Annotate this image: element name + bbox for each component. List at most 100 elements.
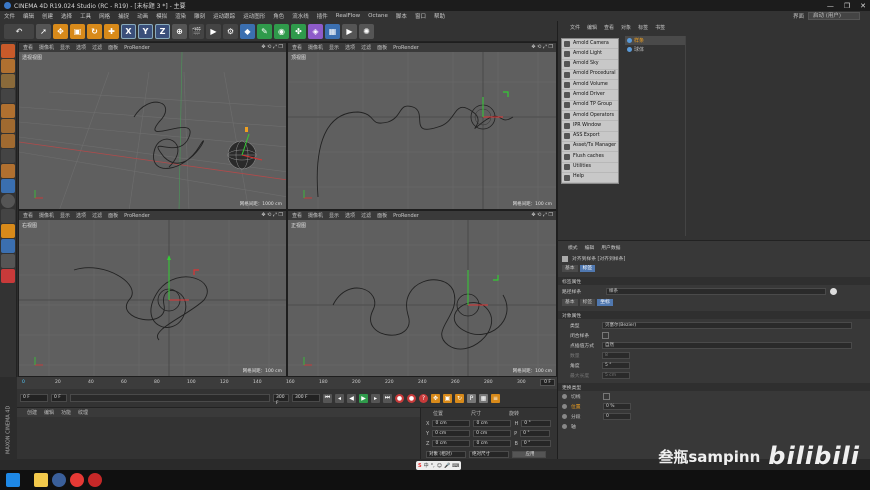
menu-create[interactable]: 创建: [42, 12, 53, 20]
vp-menu-prorender[interactable]: ProRender: [393, 213, 419, 219]
select-arrow-icon[interactable]: ➚: [36, 23, 51, 39]
next-key-icon[interactable]: ▸: [371, 393, 380, 403]
obj-tab-tag[interactable]: 标签: [579, 299, 596, 306]
ime-toolbar[interactable]: S 中 °, ☺ 🎤 ⌨: [416, 461, 462, 470]
om-menu-view[interactable]: 查看: [604, 24, 614, 33]
live-select-icon[interactable]: ✚: [104, 23, 119, 39]
keyframe-dot-icon[interactable]: [562, 414, 567, 419]
vp-menu-display[interactable]: 显示: [329, 44, 339, 51]
vp-menu-options[interactable]: 选项: [345, 212, 355, 219]
camera-icon[interactable]: ▶: [342, 23, 357, 39]
interpolation-dropdown[interactable]: 自然: [602, 342, 852, 349]
axis-mode-icon[interactable]: [1, 164, 15, 178]
max-frame-field[interactable]: 300 F: [273, 394, 289, 406]
vp-menu-filter[interactable]: 过滤: [92, 44, 102, 51]
menu-script[interactable]: 脚本: [396, 12, 407, 20]
size-mode-select[interactable]: 绝对尺寸: [469, 451, 509, 458]
texture-mode-icon[interactable]: [1, 74, 15, 88]
menu-select[interactable]: 选择: [61, 12, 72, 20]
keyframe-dot-icon[interactable]: [562, 424, 567, 429]
menu-tools[interactable]: 工具: [80, 12, 91, 20]
file-explorer-icon[interactable]: [34, 473, 48, 487]
scale-icon[interactable]: ▣: [70, 23, 85, 39]
size-x-field[interactable]: 0 cm: [473, 420, 512, 427]
arnold-menu-item[interactable]: Arnold Volume: [562, 80, 618, 91]
tweak-mode-icon[interactable]: [1, 179, 15, 193]
viewport-perspective[interactable]: 查看 摄像机 显示 选项 过滤 面板 ProRender ✥ ⟲ ⤢ ❐ 透视视…: [18, 42, 287, 210]
viewport-nav-icons[interactable]: ✥ ⟲ ⤢ ❐: [261, 44, 283, 50]
vp-menu-view[interactable]: 查看: [23, 44, 33, 51]
viewport-top[interactable]: 查看 摄像机 显示 选项 过滤 面板 ProRender ✥ ⟲ ⤢ ❐ 顶视图…: [287, 42, 557, 210]
number-field[interactable]: 8: [602, 352, 630, 359]
start-frame-field[interactable]: 0 F: [20, 394, 48, 402]
size-z-field[interactable]: 0 cm: [473, 440, 512, 447]
plugin-icon[interactable]: [1, 269, 15, 283]
key-rotation-icon[interactable]: ↻: [455, 393, 464, 403]
polygons-mode-icon[interactable]: [1, 134, 15, 148]
grid-icon[interactable]: [1, 239, 15, 253]
size-y-field[interactable]: 0 cm: [473, 430, 512, 437]
rotation-b-field[interactable]: 0 °: [520, 440, 551, 447]
menu-realflow[interactable]: RealFlow: [336, 13, 360, 19]
edges-mode-icon[interactable]: [1, 119, 15, 133]
vp-menu-camera[interactable]: 摄像机: [308, 44, 323, 51]
om-menu-edit[interactable]: 编辑: [587, 24, 597, 33]
om-menu-tags[interactable]: 标签: [638, 24, 648, 33]
vp-menu-panel[interactable]: 面板: [108, 44, 118, 51]
snap-icon[interactable]: [1, 194, 15, 208]
vp-menu-panel[interactable]: 面板: [108, 212, 118, 219]
timeline-ruler[interactable]: 0 20 40 60 80 100 120 140 160 180 200 22…: [17, 377, 557, 389]
menu-snap[interactable]: 捕捉: [118, 12, 129, 20]
vp-menu-filter[interactable]: 过滤: [361, 44, 371, 51]
vp-menu-prorender[interactable]: ProRender: [124, 213, 150, 219]
mat-menu-create[interactable]: 创建: [27, 409, 37, 416]
type-dropdown[interactable]: 贝塞尔(Bezier): [602, 322, 852, 329]
attr-tab-tag[interactable]: 标签: [579, 265, 596, 272]
attr-menu-userdata[interactable]: 用户数据: [601, 244, 620, 251]
menu-motion-tracker[interactable]: 运动跟踪: [213, 12, 235, 20]
vp-menu-display[interactable]: 显示: [60, 212, 70, 219]
arnold-menu-item[interactable]: Arnold Sky: [562, 60, 618, 70]
obj-tab-coord[interactable]: 坐标: [597, 299, 613, 306]
closed-spline-checkbox[interactable]: [602, 332, 609, 339]
mat-menu-function[interactable]: 功能: [61, 409, 71, 416]
arnold-menu-item[interactable]: Arnold Procedural: [562, 70, 618, 81]
menu-mograph[interactable]: 运动图形: [243, 12, 265, 20]
coord-mode-select[interactable]: 对象 (相对): [426, 451, 466, 458]
render-view-icon[interactable]: 🎬: [189, 23, 204, 39]
keyframe-dot-icon[interactable]: [562, 404, 567, 409]
vp-menu-camera[interactable]: 摄像机: [39, 212, 54, 219]
arnold-menu-item[interactable]: Asset/Tx Manager: [562, 142, 618, 153]
pen-spline-icon[interactable]: ✎: [257, 23, 272, 39]
chrome-icon[interactable]: [70, 473, 84, 487]
goto-end-icon[interactable]: ⏭: [383, 393, 392, 403]
points-mode-icon[interactable]: [1, 104, 15, 118]
workplane-mode-icon[interactable]: [1, 89, 15, 103]
windows-start-icon[interactable]: [6, 473, 20, 487]
layout-dropdown[interactable]: 启动 (用户): [808, 12, 860, 20]
key-position-icon[interactable]: ✥: [431, 393, 440, 403]
vp-menu-options[interactable]: 选项: [76, 212, 86, 219]
timeline-menu-icon[interactable]: ≡: [491, 393, 500, 403]
menu-sculpt[interactable]: 雕刻: [194, 12, 205, 20]
menu-window[interactable]: 窗口: [415, 12, 426, 20]
vp-menu-filter[interactable]: 过滤: [92, 212, 102, 219]
rotate-icon[interactable]: ↻: [87, 23, 102, 39]
key-param-icon[interactable]: P: [467, 393, 476, 403]
make-editable-icon[interactable]: [1, 44, 15, 58]
autokey-icon[interactable]: ●: [407, 393, 416, 403]
menu-octane[interactable]: Octane: [368, 13, 388, 19]
arnold-menu-item[interactable]: Arnold Light: [562, 49, 618, 60]
axis-z-button[interactable]: Z: [155, 23, 170, 39]
rotation-h-field[interactable]: 0 °: [521, 420, 552, 427]
apply-button[interactable]: 应用: [512, 451, 546, 458]
viewport-right[interactable]: 查看 摄像机 显示 选项 过滤 面板 ProRender ✥ ⟲ ⤢ ❐ 右视图…: [18, 210, 287, 377]
position-z-field[interactable]: 0 cm: [432, 440, 471, 447]
arnold-menu-item[interactable]: Help: [562, 173, 618, 184]
arnold-menu-item[interactable]: Arnold TP Group: [562, 101, 618, 112]
arnold-menu-item[interactable]: Flush caches: [562, 152, 618, 163]
segment-field[interactable]: 0: [603, 413, 631, 420]
current-frame-field[interactable]: 0 F: [540, 379, 555, 386]
path-spline-field[interactable]: 样条: [606, 288, 826, 295]
menu-pipeline[interactable]: 流水线: [292, 12, 309, 20]
